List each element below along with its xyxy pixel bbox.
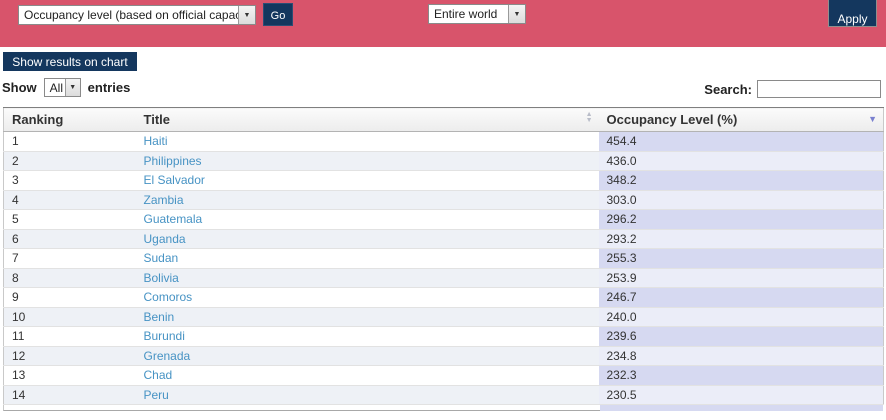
occupancy-value-cell: 255.3: [599, 249, 884, 269]
title-cell: Comoros: [136, 288, 599, 308]
table-row: 9 Comoros 246.7: [4, 288, 884, 308]
country-link[interactable]: Bolivia: [144, 271, 179, 285]
sort-icon: ▲▼: [586, 112, 593, 124]
title-cell: Benin: [136, 307, 599, 327]
occupancy-value-cell: 246.7: [599, 288, 884, 308]
show-results-on-chart-button[interactable]: Show results on chart: [3, 52, 137, 71]
country-link[interactable]: Uganda: [144, 232, 186, 246]
metric-select[interactable]: Occupancy level (based on official capac…: [18, 5, 256, 25]
table-row: 6 Uganda 293.2: [4, 229, 884, 249]
title-cell: Grenada: [136, 346, 599, 366]
entries-select-value: All: [45, 81, 65, 95]
country-link[interactable]: Benin: [144, 310, 175, 324]
occupancy-value-cell: 293.2: [599, 229, 884, 249]
table-row: 14 Peru 230.5: [4, 385, 884, 405]
occupancy-value-cell: 232.3: [599, 366, 884, 386]
search-input[interactable]: [757, 80, 881, 98]
column-header-title[interactable]: Title ▲▼: [136, 108, 599, 132]
sort-desc-icon: ▼: [868, 114, 877, 124]
search-control: Search:: [704, 79, 881, 99]
title-cell: Guatemala: [136, 210, 599, 230]
country-link[interactable]: Comoros: [144, 290, 193, 304]
table-row: 4 Zambia 303.0: [4, 190, 884, 210]
ranking-cell: 1: [4, 132, 136, 152]
title-cell: El Salvador: [136, 171, 599, 191]
go-button[interactable]: Go: [263, 3, 293, 26]
table-body: 1 Haiti 454.4 2 Philippines 436.0 3 El S…: [4, 132, 884, 405]
search-label: Search:: [704, 82, 752, 97]
country-link[interactable]: El Salvador: [144, 173, 205, 187]
table-row: 11 Burundi 239.6: [4, 327, 884, 347]
ranking-cell: 6: [4, 229, 136, 249]
country-link[interactable]: Zambia: [144, 193, 184, 207]
ranking-cell: 9: [4, 288, 136, 308]
table-header-row: Ranking Title ▲▼ Occupancy Level (%) ▼: [4, 108, 884, 132]
country-link[interactable]: Sudan: [144, 251, 179, 265]
occupancy-value-cell: 296.2: [599, 210, 884, 230]
table-row: 8 Bolivia 253.9: [4, 268, 884, 288]
table-row: 3 El Salvador 348.2: [4, 171, 884, 191]
title-cell: Bolivia: [136, 268, 599, 288]
ranking-cell: 10: [4, 307, 136, 327]
occupancy-value-cell: 230.5: [599, 385, 884, 405]
title-cell: Chad: [136, 366, 599, 386]
chevron-down-icon[interactable]: ▼: [65, 79, 80, 96]
apply-button[interactable]: Apply: [828, 0, 877, 27]
column-header-occupancy-level[interactable]: Occupancy Level (%) ▼: [599, 108, 884, 132]
title-cell: Philippines: [136, 151, 599, 171]
title-cell: Sudan: [136, 249, 599, 269]
ranking-cell: 14: [4, 385, 136, 405]
table-row: 7 Sudan 255.3: [4, 249, 884, 269]
ranking-cell: 11: [4, 327, 136, 347]
occupancy-value-cell: 240.0: [599, 307, 884, 327]
region-select-value: Entire world: [429, 7, 508, 21]
title-cell: Zambia: [136, 190, 599, 210]
country-link[interactable]: Philippines: [144, 154, 202, 168]
country-link[interactable]: Guatemala: [144, 212, 203, 226]
table-row: 12 Grenada 234.8: [4, 346, 884, 366]
filter-toolbar: Occupancy level (based on official capac…: [0, 0, 886, 47]
entries-select[interactable]: All ▼: [44, 78, 81, 97]
region-select[interactable]: Entire world ▼: [428, 4, 526, 24]
entries-label: entries: [88, 80, 131, 95]
column-header-ranking[interactable]: Ranking: [4, 108, 136, 132]
occupancy-value-cell: 436.0: [599, 151, 884, 171]
ranking-cell: 7: [4, 249, 136, 269]
ranking-cell: 12: [4, 346, 136, 366]
show-label: Show: [2, 80, 37, 95]
occupancy-value-cell: 348.2: [599, 171, 884, 191]
results-table: Ranking Title ▲▼ Occupancy Level (%) ▼ 1…: [3, 107, 883, 411]
chevron-down-icon[interactable]: ▼: [238, 6, 255, 24]
occupancy-value-cell: 234.8: [599, 346, 884, 366]
occupancy-value-cell: 253.9: [599, 268, 884, 288]
chevron-down-icon[interactable]: ▼: [508, 5, 525, 23]
ranking-cell: 8: [4, 268, 136, 288]
metric-select-value: Occupancy level (based on official capac…: [19, 8, 238, 22]
country-link[interactable]: Burundi: [144, 329, 185, 343]
table-row: 5 Guatemala 296.2: [4, 210, 884, 230]
country-link[interactable]: Grenada: [144, 349, 191, 363]
ranking-cell: 13: [4, 366, 136, 386]
table-row: 13 Chad 232.3: [4, 366, 884, 386]
table-row: 10 Benin 240.0: [4, 307, 884, 327]
ranking-cell: 2: [4, 151, 136, 171]
occupancy-value-cell: 454.4: [599, 132, 884, 152]
title-cell: Uganda: [136, 229, 599, 249]
title-cell: Haiti: [136, 132, 599, 152]
occupancy-value-cell: 303.0: [599, 190, 884, 210]
table-row: 1 Haiti 454.4: [4, 132, 884, 152]
title-cell: Peru: [136, 385, 599, 405]
country-link[interactable]: Chad: [144, 368, 173, 382]
ranking-cell: 3: [4, 171, 136, 191]
country-link[interactable]: Haiti: [144, 134, 168, 148]
country-link[interactable]: Peru: [144, 388, 169, 402]
entries-length-control: Show All ▼ entries: [2, 77, 130, 98]
ranking-cell: 4: [4, 190, 136, 210]
occupancy-value-cell: 239.6: [599, 327, 884, 347]
table-footer-strip: [3, 405, 883, 411]
table-row: 2 Philippines 436.0: [4, 151, 884, 171]
title-cell: Burundi: [136, 327, 599, 347]
ranking-cell: 5: [4, 210, 136, 230]
